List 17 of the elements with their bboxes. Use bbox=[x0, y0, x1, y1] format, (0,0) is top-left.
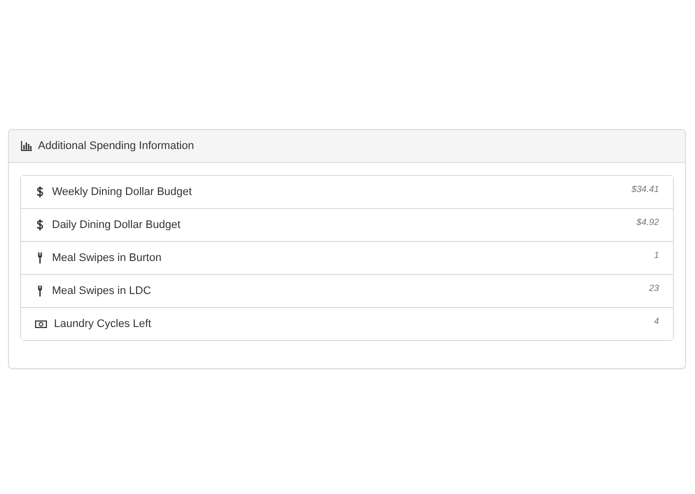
item-label: Meal Swipes in LDC bbox=[52, 285, 152, 297]
item-value: $4.92 bbox=[636, 217, 659, 227]
banknote-icon bbox=[35, 318, 47, 330]
item-value: $34.41 bbox=[631, 184, 659, 194]
fork-icon bbox=[35, 285, 45, 297]
dollar-icon bbox=[35, 219, 45, 231]
dollar-icon bbox=[35, 186, 45, 198]
panel-title: Additional Spending Information bbox=[38, 140, 194, 152]
item-label: Daily Dining Dollar Budget bbox=[52, 219, 182, 231]
item-value: 1 bbox=[654, 250, 659, 260]
item-label: Meal Swipes in Burton bbox=[52, 252, 162, 264]
item-value: 4 bbox=[654, 316, 659, 326]
item-label: Weekly Dining Dollar Budget bbox=[52, 186, 193, 198]
item-label: Laundry Cycles Left bbox=[54, 318, 152, 330]
fork-icon bbox=[35, 252, 45, 264]
bar-chart-icon bbox=[21, 141, 32, 151]
item-value: 23 bbox=[648, 283, 659, 293]
